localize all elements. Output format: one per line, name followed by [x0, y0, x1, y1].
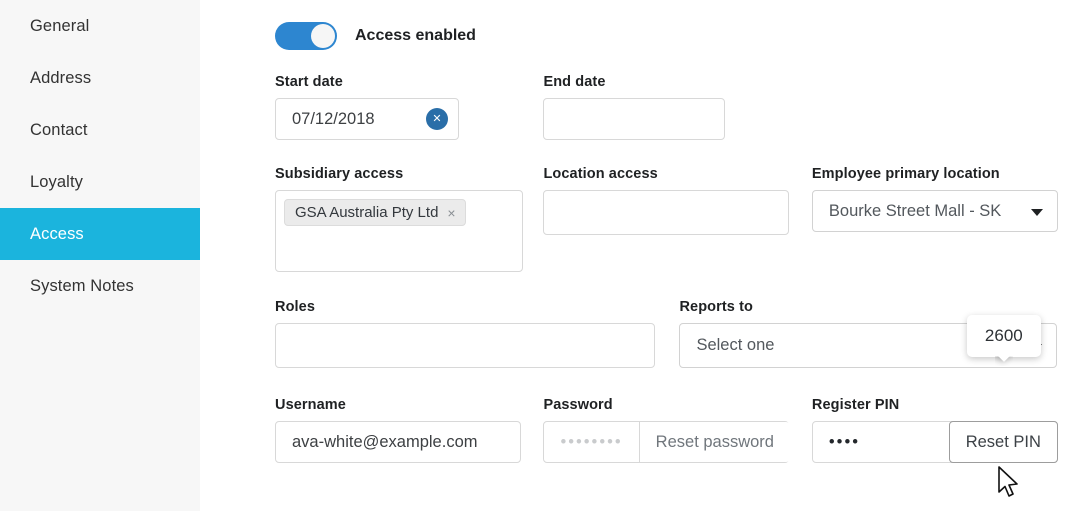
credentials-row: Username ava-white@example.com Password … [275, 315, 1058, 463]
tooltip-text: 2600 [984, 326, 1023, 345]
employee-primary-location-label: Employee primary location [811, 166, 1000, 182]
dates-row: Start date 07/12/2018 ✕ End date [275, 74, 726, 140]
access-enabled-label: Access enabled [355, 27, 476, 44]
sidebar-item-contact[interactable]: Contact [0, 104, 200, 156]
access-form: Access enabled Start date 07/12/2018 ✕ E… [200, 0, 1082, 522]
employee-primary-location-group: Employee primary location Bourke Street … [811, 166, 1058, 232]
sidebar-item-label: System Notes [30, 276, 134, 295]
end-date-label: End date [543, 74, 606, 90]
start-date-input[interactable]: 07/12/2018 ✕ [275, 98, 459, 140]
reset-pin-button[interactable]: Reset PIN [948, 421, 1058, 463]
employee-primary-location-value: Bourke Street Mall - SK [828, 201, 1002, 220]
sidebar-item-system-notes[interactable]: System Notes [0, 260, 200, 312]
access-enabled-row: Access enabled [275, 22, 476, 50]
roles-label: Roles [275, 299, 315, 315]
register-pin-masked-value[interactable]: •••• [813, 422, 949, 462]
location-access-label: Location access [543, 166, 658, 182]
sidebar-item-label: Contact [30, 120, 88, 139]
subsidiary-access-input[interactable]: GSA Australia Pty Ltd × [275, 190, 523, 272]
end-date-input[interactable] [543, 98, 726, 140]
roles-row: Roles Reports to Select one [275, 299, 1058, 368]
tooltip-arrow [995, 356, 1013, 366]
roles-group: Roles [275, 299, 655, 368]
password-input-group: •••••••• Reset password [543, 421, 790, 463]
location-access-input[interactable] [543, 190, 790, 235]
access-enabled-toggle[interactable] [275, 22, 337, 50]
username-group: Username ava-white@example.com [275, 397, 521, 463]
username-label: Username [275, 397, 346, 413]
reset-password-button[interactable]: Reset password [638, 422, 790, 462]
access-settings-screen: General Address Contact Loyalty Access S… [0, 0, 1082, 522]
end-date-group: End date [543, 74, 726, 140]
register-pin-input-group: •••• Reset PIN [811, 421, 1058, 463]
chevron-down-icon [1030, 209, 1043, 216]
password-group: Password •••••••• Reset password [543, 397, 790, 463]
register-pin-tooltip: 2600 [966, 315, 1041, 357]
reports-to-label: Reports to [679, 299, 753, 315]
sidebar-item-general[interactable]: General [0, 0, 200, 52]
sidebar: General Address Contact Loyalty Access S… [0, 0, 200, 511]
start-date-group: Start date 07/12/2018 ✕ [275, 74, 459, 140]
start-date-value: 07/12/2018 [292, 109, 375, 128]
sidebar-item-label: Address [30, 68, 92, 87]
toggle-knob [311, 24, 335, 48]
password-masked-value[interactable]: •••••••• [544, 422, 638, 462]
employee-primary-location-select[interactable]: Bourke Street Mall - SK [811, 190, 1058, 232]
sidebar-item-label: General [30, 16, 90, 35]
subsidiary-access-group: Subsidiary access GSA Australia Pty Ltd … [275, 166, 523, 272]
roles-input[interactable] [275, 323, 655, 368]
access-row: Subsidiary access GSA Australia Pty Ltd … [275, 166, 1058, 272]
location-access-group: Location access [543, 166, 790, 235]
subsidiary-access-label: Subsidiary access [275, 166, 404, 182]
chip-label: GSA Australia Pty Ltd [295, 204, 439, 221]
close-icon[interactable]: ✕ [426, 108, 448, 130]
sidebar-item-access[interactable]: Access [0, 208, 200, 260]
sidebar-item-loyalty[interactable]: Loyalty [0, 156, 200, 208]
username-input[interactable]: ava-white@example.com [275, 421, 521, 463]
sidebar-item-label: Loyalty [30, 172, 83, 191]
start-date-label: Start date [275, 74, 343, 90]
close-icon[interactable]: × [447, 205, 455, 221]
password-label: Password [543, 397, 613, 413]
sidebar-item-address[interactable]: Address [0, 52, 200, 104]
username-value: ava-white@example.com [292, 432, 478, 451]
chip-subsidiary[interactable]: GSA Australia Pty Ltd × [284, 199, 466, 226]
register-pin-group: Register PIN •••• Reset PIN 2600 [811, 315, 1058, 463]
reports-to-value: Select one [696, 336, 775, 354]
register-pin-label: Register PIN [811, 397, 900, 413]
sidebar-item-label: Access [30, 224, 84, 243]
